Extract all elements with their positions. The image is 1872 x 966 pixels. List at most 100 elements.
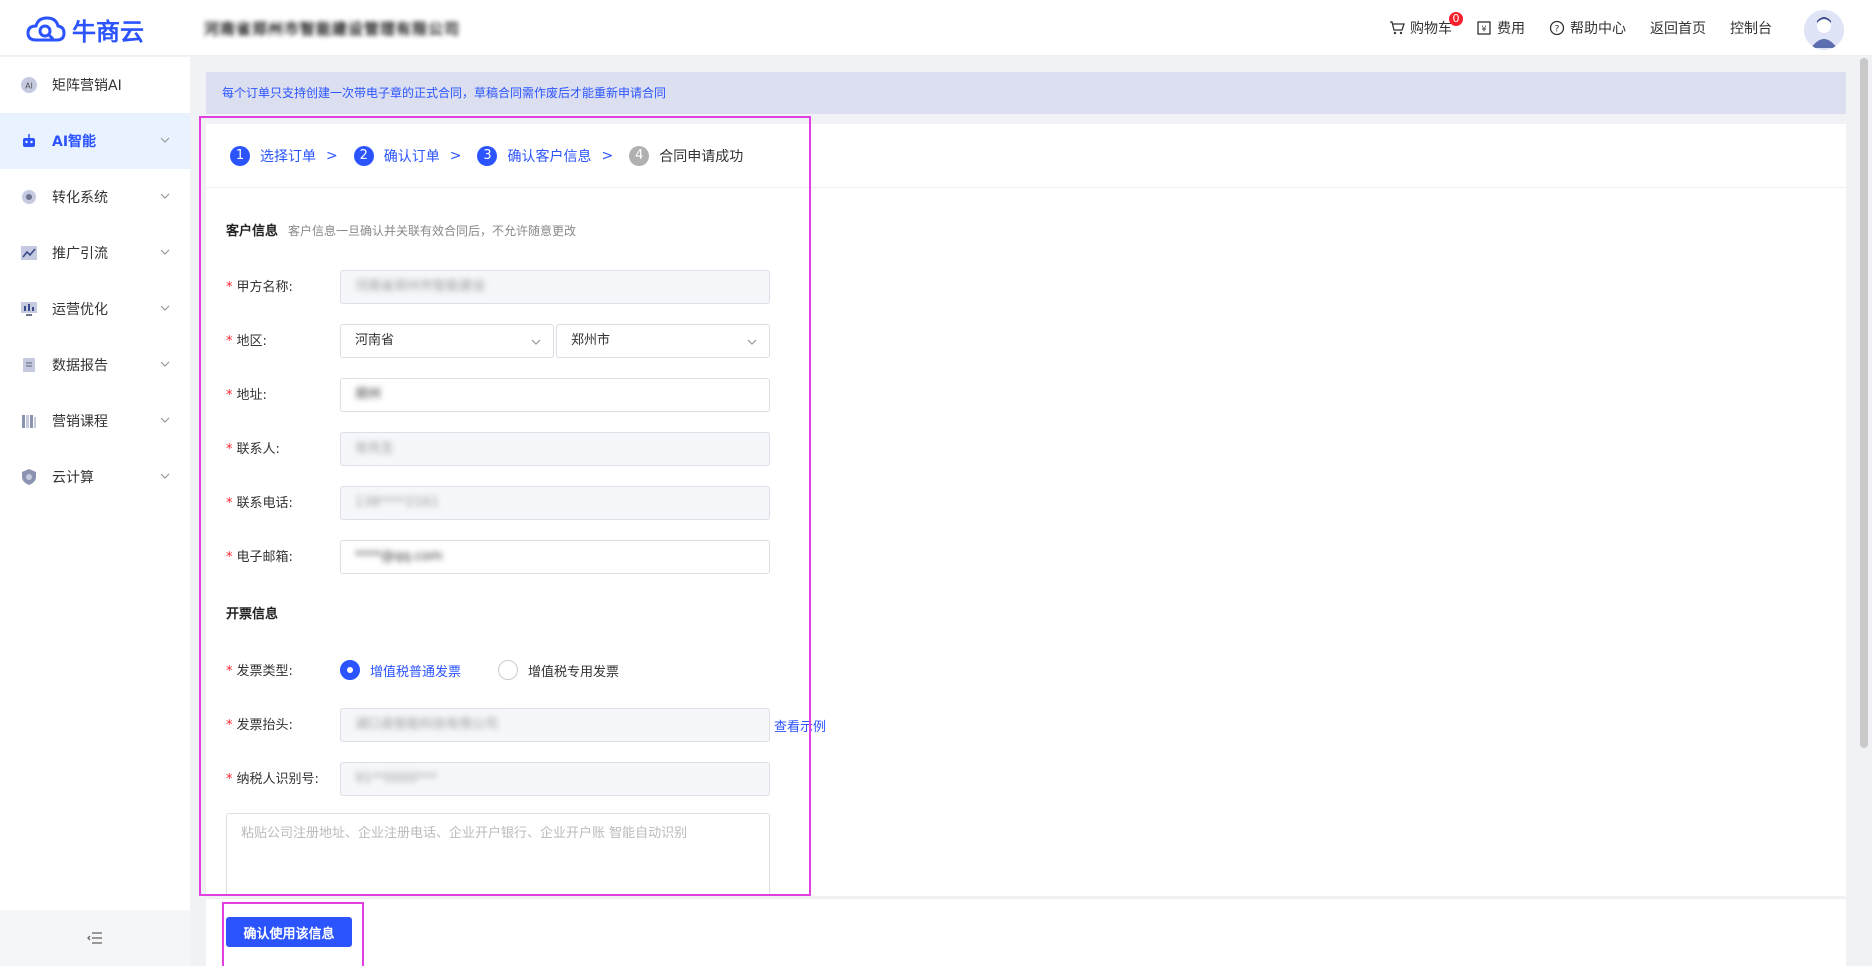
required-mark: * <box>226 334 233 349</box>
address-input[interactable]: 郑州 <box>340 378 770 412</box>
sidebar-item-courses[interactable]: 营销课程 <box>0 393 190 449</box>
sidebar-collapse-button[interactable] <box>0 910 190 966</box>
user-avatar-icon <box>1804 10 1844 50</box>
radio-dot <box>340 660 360 680</box>
robot-icon <box>23 134 35 147</box>
province-select[interactable]: 河南省 <box>340 324 554 358</box>
report-icon <box>23 358 35 372</box>
monitor-icon <box>21 302 37 316</box>
step-number: 3 <box>477 145 498 166</box>
radio-special-invoice[interactable]: 增值税专用发票 <box>498 660 619 680</box>
nav-home-label: 返回首页 <box>1650 21 1706 37</box>
region-label: * 地区: <box>226 330 346 349</box>
nav-cart[interactable]: 购物车 0 <box>1389 12 1463 38</box>
city-select[interactable]: 郑州市 <box>556 324 770 358</box>
sidebar-item-promotion[interactable]: 推广引流 <box>0 225 190 281</box>
party-a-label-text: 甲方名称: <box>236 280 293 295</box>
shield-icon <box>22 469 36 485</box>
email-label: * 电子邮箱: <box>226 546 346 565</box>
header-nav: 购物车 0 ¥ 费用 ? 帮助中心 返回首页 控制台 <box>1389 12 1772 38</box>
steps-bar: 1 选择订单 > 2 确认订单 > 3 确认客户信息 > 4 合同申请成功 <box>206 124 1846 188</box>
nav-home[interactable]: 返回首页 <box>1650 18 1706 38</box>
cart-count-badge: 0 <box>1449 12 1463 26</box>
address-label: * 地址: <box>226 384 346 403</box>
contact-input[interactable]: 张先生 <box>340 432 770 466</box>
step-contract-success: 4 合同申请成功 <box>629 145 744 166</box>
form-scrollbar[interactable] <box>1834 182 1842 862</box>
party-a-value: 河南省郑州市智能建设 <box>355 279 486 294</box>
radio-label: 增值税专用发票 <box>528 664 620 680</box>
phone-input[interactable]: 138****2161 <box>340 486 770 520</box>
sidebar-item-label: 矩阵营销AI <box>52 78 122 94</box>
paste-info-textarea[interactable]: 粘贴公司注册地址、企业注册电话、企业开户银行、企业开户账 智能自动识别 <box>226 813 770 896</box>
required-mark: * <box>226 280 233 295</box>
company-name: 河南省郑州市智能建设管理有限公司 <box>204 20 461 38</box>
step-separator: > <box>326 147 338 164</box>
nav-fees[interactable]: ¥ 费用 <box>1476 18 1525 38</box>
chevron-down-icon <box>160 361 170 367</box>
step-label: 选择订单 <box>260 148 316 165</box>
invoice-icon: ¥ <box>1477 21 1491 35</box>
taxid-label: * 纳税人识别号: <box>226 768 346 787</box>
sidebar: AI 矩阵营销AI AI智能 转化系统 推广引流 运营优化 数据报告 营销课程 … <box>0 57 190 966</box>
required-mark: * <box>226 664 233 679</box>
chevron-down-icon <box>160 417 170 423</box>
party-a-input[interactable]: 河南省郑州市智能建设 <box>340 270 770 304</box>
step-number: 1 <box>230 145 250 166</box>
nav-console[interactable]: 控制台 <box>1730 18 1772 38</box>
step-confirm-order: 2 确认订单 > <box>353 145 468 166</box>
view-example-link[interactable]: 查看示例 <box>774 716 826 735</box>
radio-general-invoice[interactable]: 增值税普通发票 <box>340 660 461 680</box>
top-header: 牛商云 河南省郑州市智能建设管理有限公司 购物车 0 ¥ 费用 ? 帮助中心 返… <box>0 0 1872 56</box>
contact-label: * 联系人: <box>226 438 346 457</box>
confirm-info-button[interactable]: 确认使用该信息 <box>226 917 352 947</box>
brand-logo[interactable]: 牛商云 <box>26 12 144 47</box>
sidebar-item-label: 运营优化 <box>52 302 108 318</box>
required-mark: * <box>226 718 233 733</box>
cloud-logo-icon <box>26 15 66 41</box>
svg-text:AI: AI <box>25 82 33 91</box>
sidebar-item-label: 转化系统 <box>52 190 108 206</box>
sidebar-item-operation[interactable]: 运营优化 <box>0 281 190 337</box>
sidebar-item-conversion[interactable]: 转化系统 <box>0 169 190 225</box>
invoice-header-input[interactable]: 湖口县智能科技有限公司 <box>340 708 770 742</box>
sidebar-item-matrix-ai[interactable]: AI 矩阵营销AI <box>0 57 190 113</box>
books-icon <box>22 415 36 428</box>
step-number: 4 <box>629 145 650 166</box>
sidebar-item-label: AI智能 <box>52 134 97 150</box>
contract-notice: 每个订单只支持创建一次带电子章的正式合同，草稿合同需作废后才能重新申请合同 <box>206 72 1846 114</box>
chevron-down-icon <box>160 137 170 143</box>
contact-label-text: 联系人: <box>236 442 280 457</box>
nav-help-label: 帮助中心 <box>1570 21 1626 37</box>
chevron-down-icon <box>160 473 170 479</box>
user-avatar[interactable] <box>1804 10 1844 50</box>
sidebar-item-ai[interactable]: AI智能 <box>0 113 190 169</box>
step-number: 2 <box>353 145 374 166</box>
email-input[interactable]: ****@qq.com <box>340 540 770 574</box>
step-separator: > <box>601 147 614 164</box>
step-confirm-customer: 3 确认客户信息 > <box>477 145 619 166</box>
phone-value: 138****2161 <box>355 495 439 510</box>
logo-text: 牛商云 <box>72 18 144 46</box>
email-value: ****@qq.com <box>355 549 443 564</box>
email-label-text: 电子邮箱: <box>236 550 293 565</box>
address-label-text: 地址: <box>236 388 267 403</box>
nav-console-label: 控制台 <box>1730 21 1772 37</box>
chevron-down-icon <box>531 339 541 345</box>
sidebar-item-label: 营销课程 <box>52 414 108 430</box>
required-mark: * <box>226 772 233 787</box>
sidebar-item-reports[interactable]: 数据报告 <box>0 337 190 393</box>
nav-help[interactable]: ? 帮助中心 <box>1549 18 1626 38</box>
province-value: 河南省 <box>355 333 395 348</box>
address-value: 郑州 <box>355 387 382 402</box>
page-scrollbar-thumb[interactable] <box>1860 58 1868 748</box>
required-mark: * <box>226 442 233 457</box>
taxid-input[interactable]: 91**0000*** <box>340 762 770 796</box>
sidebar-item-cloud[interactable]: 云计算 <box>0 449 190 505</box>
step-label: 确认订单 <box>383 148 440 165</box>
trend-icon <box>21 246 37 260</box>
step-label: 合同申请成功 <box>659 148 744 165</box>
radio-dot <box>498 660 518 680</box>
step-label: 确认客户信息 <box>507 148 592 165</box>
taxid-label-text: 纳税人识别号: <box>236 772 319 787</box>
